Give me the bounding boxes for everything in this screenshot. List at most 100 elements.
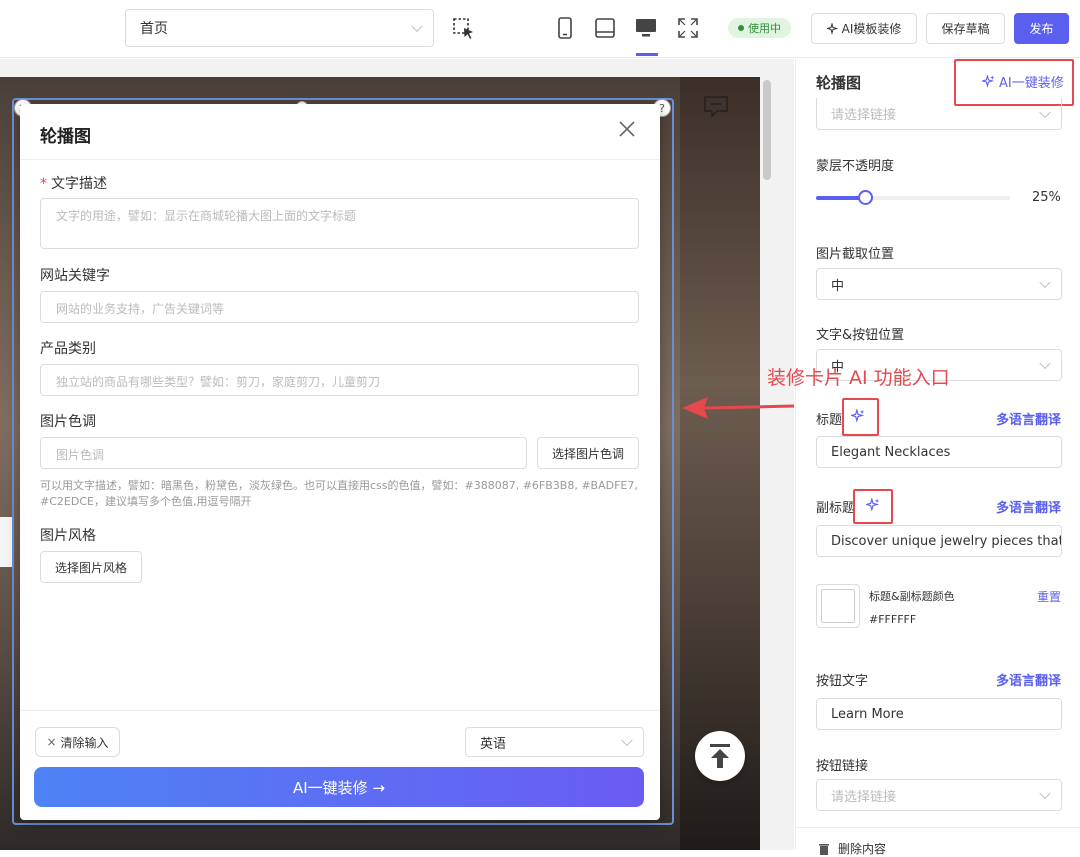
annotation-text: 装修卡片 AI 功能入口 — [767, 367, 950, 389]
heading-input[interactable]: Elegant Necklaces — [816, 436, 1062, 468]
tone-hint: 可以用文字描述，譬如：暗黑色，粉黛色，淡灰绿色。也可以直接用css的色值，譬如：… — [40, 479, 638, 508]
mobile-view-icon[interactable] — [553, 16, 577, 40]
subheading-value: Discover unique jewelry pieces that ele — [831, 533, 1062, 549]
choose-style-button[interactable]: 选择图片风格 — [40, 551, 142, 583]
ai-template-button[interactable]: AI模板装修 — [811, 13, 917, 44]
color-swatch[interactable] — [816, 584, 860, 628]
top-toolbar: 首页 使用中 AI模板装修 保存草稿 发布 — [0, 0, 1080, 58]
text-desc-input[interactable]: 文字的用途，譬如：显示在商城轮播大图上面的文字标题 — [40, 198, 639, 249]
choose-style-label: 选择图片风格 — [54, 560, 127, 575]
tone-placeholder: 图片色调 — [56, 448, 105, 462]
btn-link-select[interactable]: 请选择链接 — [816, 779, 1062, 811]
sparkle-icon — [826, 22, 838, 35]
heading-translate-link[interactable]: 多语言翻译 — [996, 409, 1061, 428]
opacity-label: 蒙层不透明度 — [816, 159, 895, 174]
save-draft-button[interactable]: 保存草稿 — [926, 13, 1005, 44]
ai-one-click-label: AI一键装修 → — [292, 778, 386, 797]
color-reset-link[interactable]: 重置 — [1037, 588, 1061, 605]
btn-text-value: Learn More — [831, 706, 904, 722]
publish-button[interactable]: 发布 — [1014, 13, 1069, 44]
desktop-view-icon[interactable] — [634, 16, 658, 40]
color-swatch-fill — [821, 589, 855, 623]
opacity-value: 25% — [1032, 190, 1061, 205]
keywords-label: 网站关键字 — [40, 268, 110, 284]
fullscreen-icon[interactable] — [676, 16, 700, 40]
crop-label: 图片截取位置 — [816, 247, 895, 262]
chevron-down-icon — [1039, 276, 1051, 289]
settings-panel: 轮播图 AI一键装修 请选择链接 蒙层不透明度 25% 图片截取位置 中 文字&… — [795, 59, 1080, 856]
style-label: 图片风格 — [40, 528, 96, 544]
save-draft-label: 保存草稿 — [941, 22, 990, 36]
subheading-translate-link[interactable]: 多语言翻译 — [996, 497, 1061, 516]
text-desc-placeholder: 文字的用途，譬如：显示在商城轮播大图上面的文字标题 — [56, 209, 357, 223]
text-pos-label: 文字&按钮位置 — [816, 328, 905, 343]
color-value: #FFFFFF — [869, 613, 917, 626]
heading-highlight-box — [842, 398, 879, 436]
category-placeholder: 独立站的商品有哪些类型？譬如：剪刀，家庭剪刀，儿童剪刀 — [56, 375, 381, 389]
canvas-scrollbar[interactable] — [763, 80, 771, 180]
keywords-input[interactable]: 网站的业务支持，广告关键词等 — [40, 291, 639, 323]
panel-divider — [796, 827, 1080, 828]
carousel-ai-modal: 轮播图 * 文字描述 文字的用途，譬如：显示在商城轮播大图上面的文字标题 网站关键… — [20, 104, 660, 820]
link-select[interactable]: 请选择链接 — [816, 98, 1062, 130]
color-label: 标题&副标题颜色 — [869, 590, 955, 603]
language-select[interactable]: 英语 — [465, 727, 644, 757]
panel-title: 轮播图 — [816, 74, 862, 92]
ai-one-click-button[interactable]: AI一键装修 → — [34, 767, 644, 807]
close-icon[interactable] — [618, 120, 636, 138]
tone-label: 图片色调 — [40, 414, 96, 430]
modal-divider — [20, 159, 660, 160]
clear-input-button[interactable]: × 清除输入 — [35, 727, 120, 757]
status-text: 使用中 — [748, 22, 781, 35]
link-placeholder: 请选择链接 — [831, 108, 897, 123]
required-mark: * — [40, 176, 47, 192]
status-badge: 使用中 — [728, 18, 791, 38]
status-dot — [738, 25, 744, 31]
crop-value: 中 — [831, 278, 845, 294]
text-desc-label: * 文字描述 — [40, 173, 107, 193]
delete-content-button[interactable]: 删除内容 — [818, 840, 886, 857]
btn-link-label: 按钮链接 — [816, 759, 869, 774]
active-view-indicator — [636, 53, 658, 56]
btn-text-translate-link[interactable]: 多语言翻译 — [996, 670, 1061, 689]
chevron-down-icon — [411, 20, 423, 33]
page-select-value: 首页 — [140, 21, 168, 37]
btn-link-placeholder: 请选择链接 — [831, 789, 897, 805]
modal-footer-divider — [20, 710, 660, 711]
chevron-down-icon — [1039, 357, 1051, 370]
chevron-down-icon — [621, 734, 633, 747]
keywords-placeholder: 网站的业务支持，广告关键词等 — [56, 302, 225, 316]
text-desc-label-text: 文字描述 — [51, 176, 107, 192]
arrow-up-icon — [710, 744, 730, 768]
chevron-down-icon — [1039, 787, 1051, 800]
crop-select[interactable]: 中 — [816, 268, 1062, 300]
chevron-down-icon — [1039, 106, 1051, 118]
clear-input-label: 清除输入 — [60, 735, 109, 750]
category-input[interactable]: 独立站的商品有哪些类型？譬如：剪刀，家庭剪刀，儿童剪刀 — [40, 364, 639, 396]
language-value: 英语 — [480, 736, 507, 752]
btn-text-input[interactable]: Learn More — [816, 698, 1062, 730]
subheading-label: 副标题 — [816, 501, 856, 516]
trash-icon — [819, 843, 829, 855]
subheading-highlight-box — [853, 489, 893, 524]
btn-text-label: 按钮文字 — [816, 674, 869, 689]
tablet-view-icon[interactable] — [593, 16, 617, 40]
modal-title: 轮播图 — [40, 127, 91, 147]
clear-x-icon: × — [46, 735, 57, 749]
back-to-top-button[interactable] — [695, 731, 745, 781]
opacity-slider-knob[interactable] — [857, 190, 873, 205]
ai-template-label: AI模板装修 — [841, 22, 902, 36]
heading-value: Elegant Necklaces — [831, 444, 951, 460]
annotation-arrow-icon — [682, 397, 795, 419]
category-label: 产品类别 — [40, 341, 96, 357]
delete-content-label: 删除内容 — [838, 842, 887, 856]
page-select[interactable]: 首页 — [125, 9, 434, 47]
select-cursor-icon[interactable] — [452, 17, 476, 41]
publish-label: 发布 — [1029, 22, 1054, 36]
chat-icon[interactable] — [703, 95, 729, 119]
tone-input[interactable]: 图片色调 — [40, 437, 527, 469]
heading-label: 标题 — [816, 413, 843, 428]
choose-tone-button[interactable]: 选择图片色调 — [537, 437, 639, 469]
subheading-input[interactable]: Discover unique jewelry pieces that ele — [816, 525, 1062, 557]
choose-tone-label: 选择图片色调 — [551, 446, 624, 461]
